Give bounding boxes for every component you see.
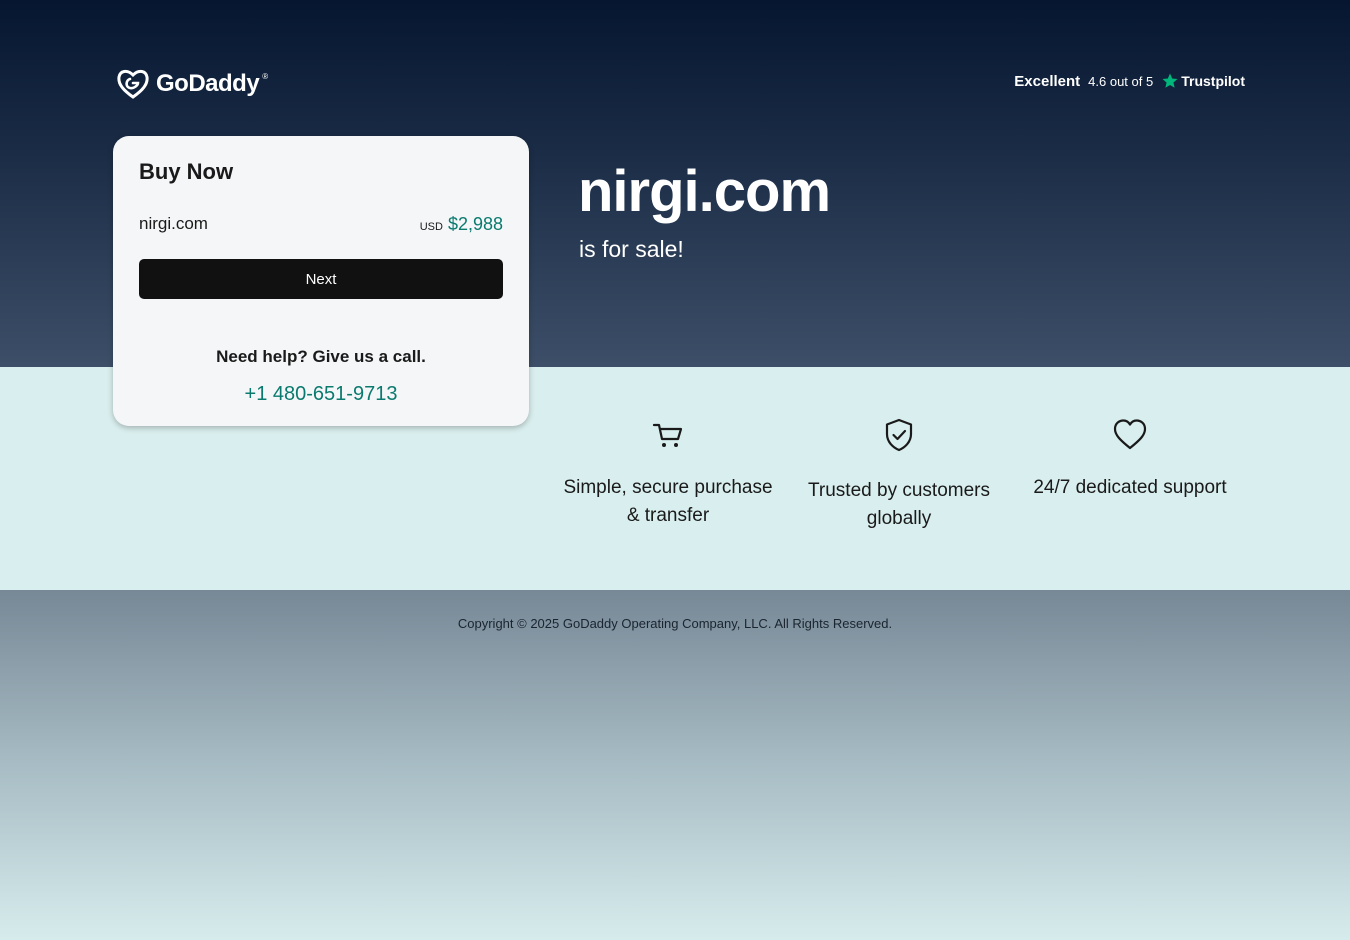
trustpilot-rating[interactable]: Excellent 4.6 out of 5 Trustpilot xyxy=(1014,72,1245,90)
trustpilot-brand-text: Trustpilot xyxy=(1181,73,1245,89)
card-title: Buy Now xyxy=(139,159,234,184)
phone-link[interactable]: +1 480-651-9713 xyxy=(113,383,529,406)
feature-label: 24/7 dedicated support xyxy=(1033,477,1227,498)
godaddy-heart-logo-icon xyxy=(117,69,149,99)
rating-score: 4.6 out of 5 xyxy=(1088,73,1154,89)
footer-section xyxy=(0,590,1350,940)
godaddy-logo[interactable]: GoDaddy ® xyxy=(116,68,268,100)
rating-label: Excellent xyxy=(1014,72,1081,90)
page-subtitle: is for sale! xyxy=(579,236,684,262)
next-button[interactable]: Next xyxy=(139,259,503,299)
card-domain-name: nirgi.com xyxy=(139,214,208,233)
star-icon xyxy=(1162,73,1178,88)
feature-support: 24/7 dedicated support xyxy=(1025,418,1235,502)
shield-check-icon xyxy=(885,418,913,452)
copyright-text: Copyright © 2025 GoDaddy Operating Compa… xyxy=(457,616,893,631)
feature-label: Trusted by customers globally xyxy=(808,480,990,529)
card-price: USD $2,988 xyxy=(420,214,503,235)
trustpilot-brand: Trustpilot xyxy=(1161,72,1245,90)
buy-now-card: Buy Now nirgi.com USD $2,988 Next Need h… xyxy=(113,136,529,426)
page-title: nirgi.com xyxy=(578,159,831,224)
feature-trusted: Trusted by customers globally xyxy=(794,418,1004,533)
logo-text: GoDaddy xyxy=(156,70,260,97)
logo-trademark: ® xyxy=(262,71,269,81)
help-text: Need help? Give us a call. xyxy=(216,347,426,366)
cart-icon xyxy=(652,423,683,447)
price-currency: USD xyxy=(419,221,443,233)
price-amount: $2,988 xyxy=(447,214,503,234)
feature-label: Simple, secure purchase & transfer xyxy=(563,477,773,526)
feature-secure-purchase: Simple, secure purchase & transfer xyxy=(563,418,773,530)
heart-icon xyxy=(1113,419,1147,450)
